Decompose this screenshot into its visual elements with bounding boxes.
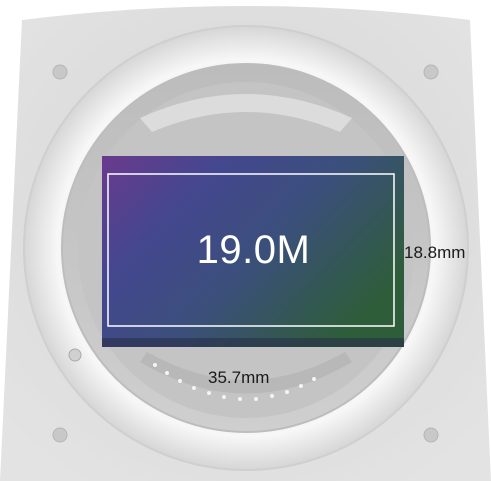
contact-pin [178,379,182,383]
screw-top-left [52,64,68,80]
contact-pin [165,371,169,375]
sensor-dark-edge [102,338,404,347]
lens-release-pin [68,348,82,362]
contact-pin [238,397,242,401]
contact-pin [285,390,289,394]
contact-pin [254,397,258,401]
screw-bottom-left [52,427,68,443]
sensor-height-label: 18.8mm [404,243,466,262]
contact-pin [207,391,211,395]
contact-pin [153,363,157,367]
contact-pin [299,384,303,388]
resolution-label: 19.0M [196,228,311,272]
screw-bottom-right [423,427,439,443]
contact-pin [312,377,316,381]
contact-pin [192,386,196,390]
contact-pin [222,395,226,399]
contact-pin [270,394,274,398]
sensor-width-label: 35.7mm [208,368,270,387]
screw-top-right [423,64,439,80]
